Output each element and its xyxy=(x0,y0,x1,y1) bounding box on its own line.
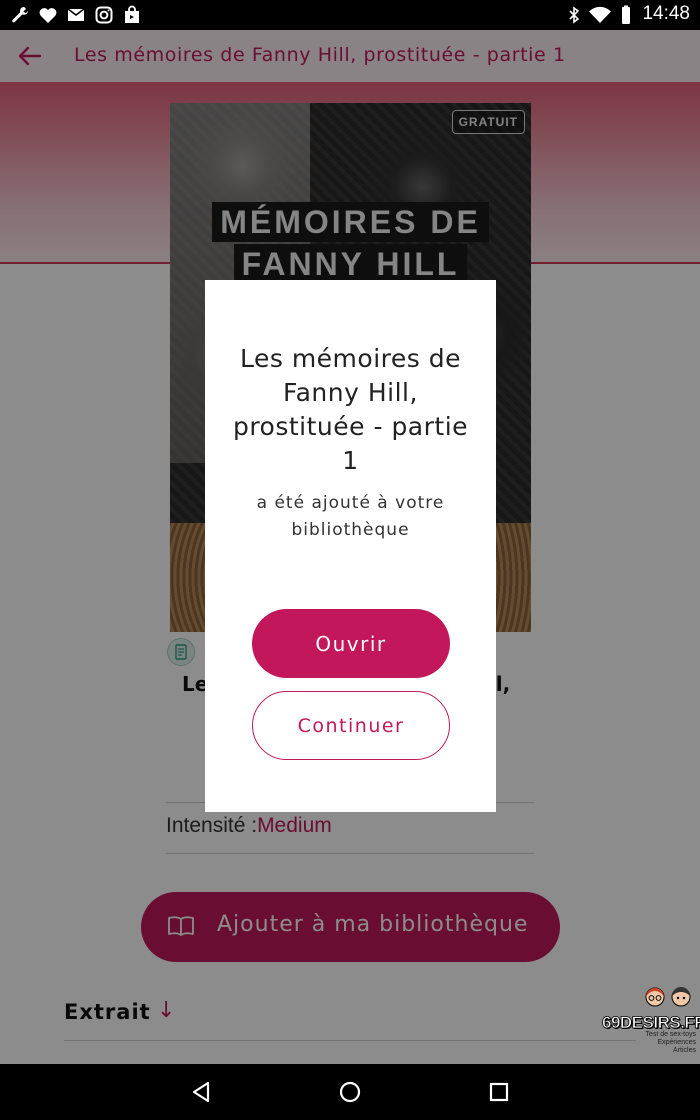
avatar-man-icon xyxy=(671,987,691,1007)
watermark-logo: 69DESIRS.FR Test de sex-toys Expériences… xyxy=(600,985,700,1060)
mail-icon xyxy=(67,8,85,21)
home-circle-icon[interactable] xyxy=(336,1078,364,1106)
navigation-bar xyxy=(0,1064,700,1120)
battery-icon xyxy=(622,5,630,24)
back-triangle-icon[interactable] xyxy=(188,1078,216,1106)
watermark-text: 69DESIRS.FR xyxy=(602,1013,700,1033)
watermark-subtext: Test de sex-toys Expériences Articles xyxy=(630,1031,696,1055)
watermark-sub-line: Test de sex-toys xyxy=(645,1031,696,1038)
continue-button[interactable]: Continuer xyxy=(252,691,450,760)
recents-square-icon[interactable] xyxy=(485,1078,513,1106)
dialog-title: Les mémoires de Fanny Hill, prostituée -… xyxy=(232,344,469,475)
wifi-icon xyxy=(589,6,611,24)
shopping-bag-icon xyxy=(125,5,139,23)
added-to-library-dialog: Les mémoires de Fanny Hill, prostituée -… xyxy=(205,280,496,812)
dialog-message: a été ajouté à votre bibliothèque xyxy=(256,493,445,540)
clock: 14:48 xyxy=(642,3,690,24)
wrench-icon xyxy=(12,7,28,23)
status-bar: 14:48 xyxy=(0,0,700,30)
instagram-icon xyxy=(95,6,113,24)
heart-icon xyxy=(39,8,57,23)
avatar-woman-icon xyxy=(645,987,665,1007)
open-button[interactable]: Ouvrir xyxy=(252,609,450,678)
watermark-sub-line: Expériences xyxy=(657,1039,696,1046)
bluetooth-icon xyxy=(569,6,580,24)
watermark-sub-line: Articles xyxy=(673,1047,696,1054)
